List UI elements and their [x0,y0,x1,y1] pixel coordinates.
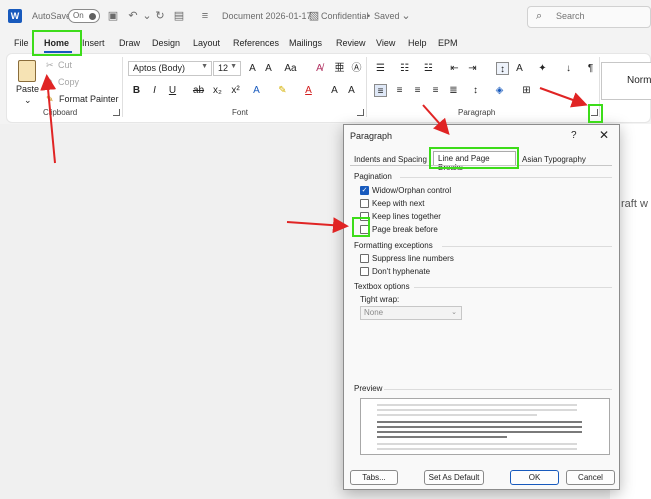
annotation-arrows [40,74,588,234]
arrow-to-tab [422,104,450,135]
arrow-to-checkbox [286,217,349,234]
arrow-to-home [40,74,57,164]
arrow-to-launcher [539,87,588,108]
